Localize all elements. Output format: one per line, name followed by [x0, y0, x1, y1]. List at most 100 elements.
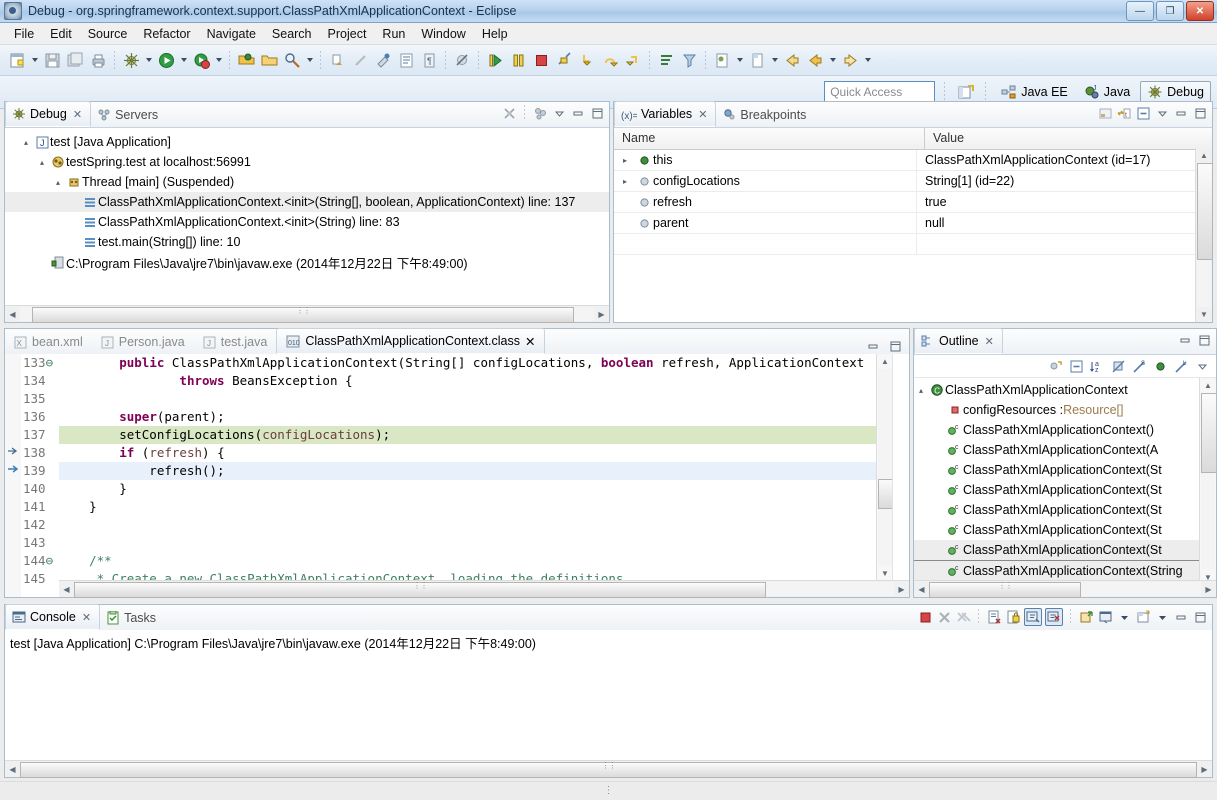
- outline-row-4[interactable]: c ClassPathXmlApplicationContext(St: [914, 460, 1216, 480]
- view-menu-debug-icon[interactable]: [532, 105, 548, 121]
- collapse-all-outline-icon[interactable]: [1068, 358, 1084, 374]
- hide-fields-icon[interactable]: [1110, 358, 1126, 374]
- disconnect-icon[interactable]: [553, 49, 575, 71]
- debug-tree-row-0[interactable]: ▴ J test [Java Application]: [5, 132, 609, 152]
- tab-debug-close-icon[interactable]: ✕: [73, 108, 82, 121]
- column-header-value[interactable]: Value: [924, 128, 1212, 149]
- quick-access-input[interactable]: Quick Access: [824, 81, 936, 103]
- perspective-debug[interactable]: Debug: [1140, 81, 1211, 103]
- outline-scroll-up-icon[interactable]: ▲: [1201, 378, 1216, 393]
- console-scroll-left-icon[interactable]: ◀: [5, 762, 20, 777]
- tab-tasks[interactable]: Tasks: [100, 606, 164, 630]
- variables-row-this[interactable]: ▸ this ClassPathXmlApplicationContext (i…: [614, 150, 1212, 171]
- outline-vscrollbar[interactable]: ▲ ▼: [1199, 378, 1216, 585]
- outline-tree[interactable]: ▴ C ClassPathXmlApplicationContext confi…: [914, 378, 1216, 585]
- maximize-editor-icon[interactable]: [887, 338, 903, 354]
- outline-row-9-selected[interactable]: c ClassPathXmlApplicationContext(String: [914, 560, 1216, 582]
- run-dropdown-icon[interactable]: [178, 49, 189, 71]
- debug-stack-tree[interactable]: ▴ J test [Java Application] ▴ testSpring…: [5, 128, 609, 272]
- step-over-icon[interactable]: [599, 49, 621, 71]
- sort-alphabetically-icon[interactable]: az: [1089, 358, 1105, 374]
- outline-view-menu-icon[interactable]: [1194, 358, 1210, 374]
- menu-item-search[interactable]: Search: [264, 25, 320, 43]
- print-icon[interactable]: [87, 49, 109, 71]
- outline-scroll-right-icon[interactable]: ▶: [1201, 582, 1216, 597]
- forward-navigation-icon[interactable]: [839, 49, 861, 71]
- editor-hscrollbar[interactable]: ◀ ▶: [59, 580, 909, 598]
- menu-item-navigate[interactable]: Navigate: [199, 25, 264, 43]
- vars-scroll-up-icon[interactable]: ▲: [1197, 148, 1212, 163]
- minimize-console-icon[interactable]: [1173, 609, 1189, 625]
- debug-tree-row-4[interactable]: ClassPathXmlApplicationContext.<init>(St…: [5, 212, 609, 232]
- debug-tree-row-1[interactable]: ▴ testSpring.test at localhost:56991: [5, 152, 609, 172]
- run-external-tools-icon[interactable]: [190, 49, 212, 71]
- tab-breakpoints[interactable]: Breakpoints: [716, 103, 814, 127]
- last-edit-location-icon[interactable]: [372, 49, 394, 71]
- debug-tree-row-2[interactable]: ▴ Thread [main] (Suspended): [5, 172, 609, 192]
- editor-tab-close-icon[interactable]: ✕: [525, 334, 535, 349]
- minimize-variables-view-icon[interactable]: [1173, 105, 1189, 121]
- focus-on-active-task-icon[interactable]: [1047, 358, 1063, 374]
- scroll-right-icon[interactable]: ▶: [594, 307, 609, 322]
- outline-vscroll-thumb[interactable]: [1201, 393, 1216, 473]
- outline-row-2[interactable]: c ClassPathXmlApplicationContext(): [914, 420, 1216, 440]
- open-resource-icon[interactable]: [258, 49, 280, 71]
- tab-console[interactable]: Console ✕: [5, 604, 101, 630]
- debug-tree-row-3[interactable]: ClassPathXmlApplicationContext.<init>(St…: [5, 192, 609, 212]
- menu-item-file[interactable]: File: [6, 25, 42, 43]
- show-console-on-output-icon[interactable]: [1024, 608, 1042, 626]
- console-scroll-right-icon[interactable]: ▶: [1197, 762, 1212, 777]
- tab-variables-close-icon[interactable]: ✕: [698, 108, 707, 121]
- outline-row-8[interactable]: c ClassPathXmlApplicationContext(St: [914, 540, 1216, 560]
- save-all-icon[interactable]: [64, 49, 86, 71]
- terminate-icon[interactable]: [530, 49, 552, 71]
- tab-servers[interactable]: Servers: [91, 103, 166, 127]
- maximize-view-icon[interactable]: [589, 105, 605, 121]
- back-history-icon[interactable]: [781, 49, 803, 71]
- editor-hscroll-thumb[interactable]: [74, 582, 766, 598]
- editor-scroll-down-icon[interactable]: ▼: [878, 566, 893, 581]
- hide-static-members-icon[interactable]: S: [1131, 358, 1147, 374]
- new-wizard-icon[interactable]: [6, 49, 28, 71]
- maximize-console-icon[interactable]: [1192, 609, 1208, 625]
- code-text-area[interactable]: public ClassPathXmlApplicationContext(St…: [59, 354, 909, 597]
- tab-variables[interactable]: (x)= Variables ✕: [614, 101, 717, 127]
- vars-vscroll-thumb[interactable]: [1197, 163, 1213, 260]
- maximize-button[interactable]: ❐: [1156, 1, 1184, 21]
- outline-row-1[interactable]: configResources : Resource[]: [914, 400, 1216, 420]
- menu-item-help[interactable]: Help: [474, 25, 516, 43]
- code-editor[interactable]: 133⊖ 134 135 136 137 138 139 140 141 142…: [5, 354, 909, 598]
- vars-vscroll-track[interactable]: [1197, 163, 1213, 307]
- var-twisty-this[interactable]: ▸: [614, 156, 636, 165]
- remove-all-launches-icon[interactable]: [955, 609, 971, 625]
- open-type-icon[interactable]: [235, 49, 257, 71]
- back-navigation-icon[interactable]: [804, 49, 826, 71]
- debug-hscroll-thumb[interactable]: [32, 307, 574, 323]
- console-hscroll-thumb[interactable]: [20, 762, 1197, 778]
- scroll-lock-icon[interactable]: [1005, 609, 1021, 625]
- show-logical-structure-icon[interactable]: [1097, 105, 1113, 121]
- open-perspective-button[interactable]: [954, 81, 976, 103]
- pin-console-icon[interactable]: [1078, 609, 1094, 625]
- show-whitespace-icon[interactable]: ¶: [418, 49, 440, 71]
- new-java-project-dropdown-icon[interactable]: [769, 49, 780, 71]
- status-bar-grip[interactable]: ⋮: [604, 785, 614, 796]
- outline-hscroll-thumb[interactable]: [929, 582, 1081, 598]
- editor-vscroll-track[interactable]: [878, 369, 894, 566]
- remove-all-terminated-icon[interactable]: [501, 105, 517, 121]
- step-into-icon[interactable]: [576, 49, 598, 71]
- twisty-2[interactable]: ▴: [51, 178, 65, 187]
- minimize-editor-icon[interactable]: [865, 338, 881, 354]
- chevron-down-icon[interactable]: [551, 105, 567, 121]
- editor-marker-gutter[interactable]: [5, 354, 22, 597]
- forward-dropdown-icon[interactable]: [862, 49, 873, 71]
- filter-icon[interactable]: [678, 49, 700, 71]
- display-console-dropdown-icon[interactable]: [1116, 609, 1132, 625]
- console-hscrollbar[interactable]: ◀ ▶: [5, 760, 1212, 778]
- show-console-on-error-icon[interactable]: [1045, 608, 1063, 626]
- outline-row-0[interactable]: ▴ C ClassPathXmlApplicationContext: [914, 380, 1216, 400]
- terminate-console-icon[interactable]: [917, 609, 933, 625]
- new-wizard-dropdown-icon[interactable]: [29, 49, 40, 71]
- resume-icon[interactable]: [484, 49, 506, 71]
- scroll-left-icon[interactable]: ◀: [5, 307, 20, 322]
